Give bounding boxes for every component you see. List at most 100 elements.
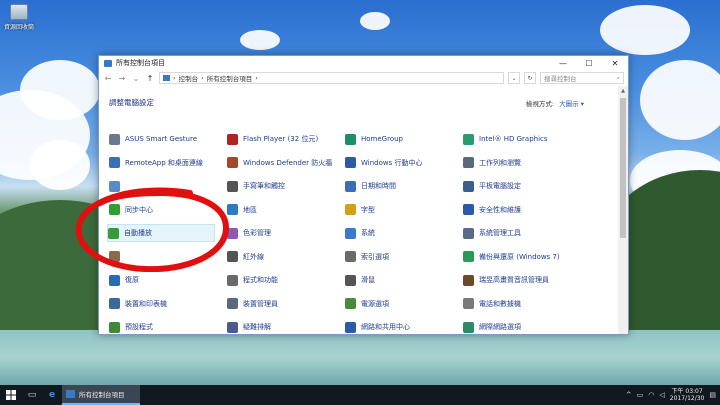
view-by-dropdown[interactable]: 大圖示 ▾ bbox=[559, 100, 584, 108]
control-panel-item-label: 地區 bbox=[243, 205, 257, 214]
edge-icon[interactable]: e bbox=[42, 385, 62, 405]
maximize-button[interactable]: ☐ bbox=[576, 56, 602, 70]
unknown-icon bbox=[109, 180, 120, 192]
recycle-bin[interactable]: 資源回收筒 bbox=[4, 4, 34, 31]
control-panel-item[interactable]: Intel® HD Graphics bbox=[463, 130, 548, 148]
phone-icon bbox=[463, 298, 474, 309]
address-sep-2: › bbox=[201, 74, 204, 82]
control-panel-item[interactable]: 索引選項 bbox=[345, 248, 389, 266]
content-area: 調整電腦設定 檢視方式: 大圖示 ▾ ASUS Smart Gesture Fla… bbox=[99, 86, 618, 334]
control-panel-item[interactable]: 同步中心 bbox=[109, 201, 153, 219]
control-panel-item[interactable]: 手寫筆和觸控 bbox=[227, 177, 285, 195]
control-panel-item[interactable]: 程式和功能 bbox=[227, 271, 278, 289]
control-panel-item[interactable]: 滑鼠 bbox=[345, 271, 375, 289]
control-panel-item[interactable]: 預設程式 bbox=[109, 318, 153, 336]
control-panel-item[interactable]: 電話和數據機 bbox=[463, 295, 521, 313]
control-panel-item[interactable]: RemoteApp 和桌面連線 bbox=[109, 154, 203, 172]
power-icon bbox=[345, 298, 356, 309]
control-panel-item[interactable]: 疑難排解 bbox=[227, 318, 271, 336]
refresh-icon[interactable]: ↻ bbox=[524, 72, 536, 84]
notification-icon[interactable]: ▤ bbox=[709, 391, 716, 399]
start-button[interactable] bbox=[0, 385, 22, 405]
wifi-icon[interactable]: ◠ bbox=[648, 391, 654, 399]
programs-icon bbox=[227, 274, 238, 286]
control-panel-icon bbox=[104, 59, 112, 67]
control-panel-item[interactable]: 日期和時間 bbox=[345, 177, 396, 195]
control-panel-item-label: HomeGroup bbox=[361, 135, 403, 143]
control-panel-item[interactable]: 色彩管理 bbox=[227, 224, 271, 242]
control-panel-item[interactable]: 系統管理工具 bbox=[463, 224, 521, 242]
control-panel-item[interactable]: 自動播放 bbox=[107, 224, 215, 242]
windows-logo-icon bbox=[6, 390, 16, 400]
control-panel-item[interactable]: 平板電腦設定 bbox=[463, 177, 521, 195]
battery-icon[interactable]: ▭ bbox=[637, 391, 644, 399]
clock[interactable]: 下午 03:07 2017/12/30 bbox=[670, 388, 705, 402]
control-panel-item-label: Flash Player (32 位元) bbox=[243, 135, 319, 143]
task-view-icon[interactable]: ▭ bbox=[22, 385, 42, 405]
control-panel-item-label: 同步中心 bbox=[125, 205, 153, 214]
address-bar[interactable]: › 控制台 › 所有控制台項目 › bbox=[159, 72, 504, 84]
recovery-icon bbox=[109, 274, 120, 286]
network-icon bbox=[345, 321, 356, 333]
control-panel-item[interactable]: 備份與還原 (Windows 7) bbox=[463, 248, 560, 266]
control-panel-item[interactable]: 字型 bbox=[345, 201, 375, 219]
control-panel-item[interactable]: 工作列和瀏覽 bbox=[463, 154, 521, 172]
control-panel-item[interactable]: 網際網路選項 bbox=[463, 318, 521, 336]
control-panel-item[interactable]: HomeGroup bbox=[345, 130, 403, 148]
control-panel-item[interactable]: 瑞昱高畫質音訊管理員 bbox=[463, 271, 549, 289]
view-by: 檢視方式: 大圖示 ▾ bbox=[526, 98, 584, 108]
control-panel-item-label: 安全性和維護 bbox=[479, 205, 521, 214]
control-panel-item[interactable]: 網路和共用中心 bbox=[345, 318, 410, 336]
scroll-thumb[interactable] bbox=[620, 98, 626, 238]
control-panel-item-label: ASUS Smart Gesture bbox=[125, 135, 198, 143]
title-bar[interactable]: 所有控制台項目 — ☐ ✕ bbox=[99, 56, 628, 70]
volume-icon[interactable]: ◁ bbox=[659, 391, 664, 399]
control-panel-item[interactable]: 裝置管理員 bbox=[227, 295, 278, 313]
intel-graphics-icon bbox=[463, 133, 474, 145]
forward-button[interactable]: → bbox=[117, 74, 127, 83]
pen-icon bbox=[227, 180, 238, 192]
control-panel-item[interactable]: 安全性和維護 bbox=[463, 201, 521, 219]
control-panel-item[interactable]: 地區 bbox=[227, 201, 257, 219]
touchpad-icon bbox=[109, 133, 120, 145]
back-button[interactable]: ← bbox=[103, 74, 113, 83]
breadcrumb-control-panel[interactable]: 控制台 bbox=[179, 73, 199, 83]
mobility-icon bbox=[345, 157, 356, 168]
search-placeholder: 搜尋控制台 bbox=[544, 75, 577, 83]
scrollbar[interactable]: ▲ bbox=[618, 86, 628, 334]
control-panel-item[interactable]: ASUS Smart Gesture bbox=[109, 130, 197, 148]
control-panel-item[interactable]: 裝置和印表機 bbox=[109, 295, 167, 313]
control-panel-item-label: 裝置和印表機 bbox=[125, 299, 167, 308]
control-panel-item[interactable]: Windows Defender 防火牆 bbox=[227, 154, 332, 172]
control-panel-item[interactable]: Flash Player (32 位元) bbox=[227, 130, 318, 148]
realtek-icon bbox=[463, 274, 474, 286]
up-button[interactable]: ↑ bbox=[145, 74, 155, 83]
breadcrumb-all-items[interactable]: 所有控制台項目 bbox=[207, 73, 253, 83]
region-icon bbox=[227, 204, 238, 215]
control-panel-item[interactable]: 復原 bbox=[109, 271, 139, 289]
control-panel-item[interactable]: Windows 行動中心 bbox=[345, 154, 422, 172]
control-panel-item[interactable]: 電源選項 bbox=[345, 295, 389, 313]
devices-icon bbox=[109, 298, 120, 309]
scroll-up-icon[interactable]: ▲ bbox=[618, 86, 628, 96]
clock-time: 下午 03:07 bbox=[671, 388, 703, 395]
recent-dropdown[interactable]: ⌄ bbox=[131, 74, 141, 83]
control-panel-item-label: 系統 bbox=[361, 229, 375, 237]
tray-expand-icon[interactable]: ^ bbox=[626, 391, 632, 399]
taskbar: ▭ e 所有控制台項目 ^ ▭ ◠ ◁ 下午 03:07 2017/12/30 … bbox=[0, 385, 720, 405]
control-panel-item[interactable] bbox=[109, 248, 125, 266]
minimize-button[interactable]: — bbox=[550, 56, 576, 70]
taskbar-icon bbox=[463, 157, 474, 168]
control-panel-item-label: 瑞昱高畫質音訊管理員 bbox=[479, 276, 549, 284]
control-panel-item-label: 索引選項 bbox=[361, 252, 389, 261]
taskbar-control-panel[interactable]: 所有控制台項目 bbox=[62, 385, 140, 405]
control-panel-item[interactable] bbox=[109, 177, 125, 195]
backup-icon bbox=[463, 251, 474, 262]
font-icon bbox=[345, 204, 356, 215]
search-input[interactable]: 搜尋控制台 ⌕ bbox=[540, 72, 624, 84]
control-panel-item[interactable]: 紅外線 bbox=[227, 248, 264, 266]
control-panel-item[interactable]: 系統 bbox=[345, 224, 375, 242]
address-dropdown-icon[interactable]: ⌄ bbox=[508, 72, 520, 84]
close-button[interactable]: ✕ bbox=[602, 56, 628, 70]
control-panel-item-label: 紅外線 bbox=[243, 252, 264, 261]
